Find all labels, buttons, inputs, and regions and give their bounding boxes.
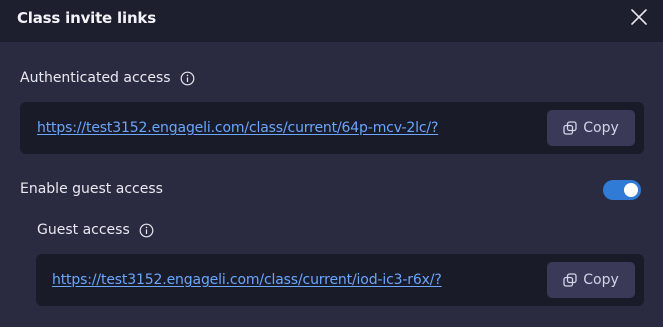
authenticated-access-link[interactable]: https://test3152.engageli.com/class/curr…: [37, 120, 438, 136]
enable-guest-access-row: Enable guest access: [20, 181, 163, 197]
dialog-header: Class invite links: [0, 0, 663, 42]
enable-guest-access-label: Enable guest access: [20, 181, 163, 197]
guest-link-box: https://test3152.engageli.com/class/curr…: [36, 254, 644, 306]
guest-access-label-row: Guest access: [37, 222, 154, 238]
close-button[interactable]: [627, 5, 651, 29]
guest-access-label: Guest access: [37, 222, 130, 238]
copy-icon: [563, 121, 577, 135]
enable-guest-access-toggle[interactable]: [603, 180, 641, 200]
info-icon[interactable]: [180, 71, 195, 86]
copy-icon: [563, 273, 577, 287]
guest-copy-button[interactable]: Copy: [547, 262, 635, 298]
copy-button-label: Copy: [583, 120, 619, 136]
toggle-knob: [624, 183, 638, 197]
dialog-title: Class invite links: [17, 9, 156, 27]
info-icon[interactable]: [139, 223, 154, 238]
copy-button-label: Copy: [583, 272, 619, 288]
authenticated-access-label: Authenticated access: [20, 70, 171, 86]
guest-access-link[interactable]: https://test3152.engageli.com/class/curr…: [52, 272, 442, 288]
invite-links-dialog: Class invite links Authenticated access …: [0, 0, 663, 327]
close-icon: [631, 9, 647, 25]
authenticated-access-label-row: Authenticated access: [20, 70, 195, 86]
authenticated-link-box: https://test3152.engageli.com/class/curr…: [20, 102, 644, 154]
authenticated-copy-button[interactable]: Copy: [547, 110, 635, 146]
